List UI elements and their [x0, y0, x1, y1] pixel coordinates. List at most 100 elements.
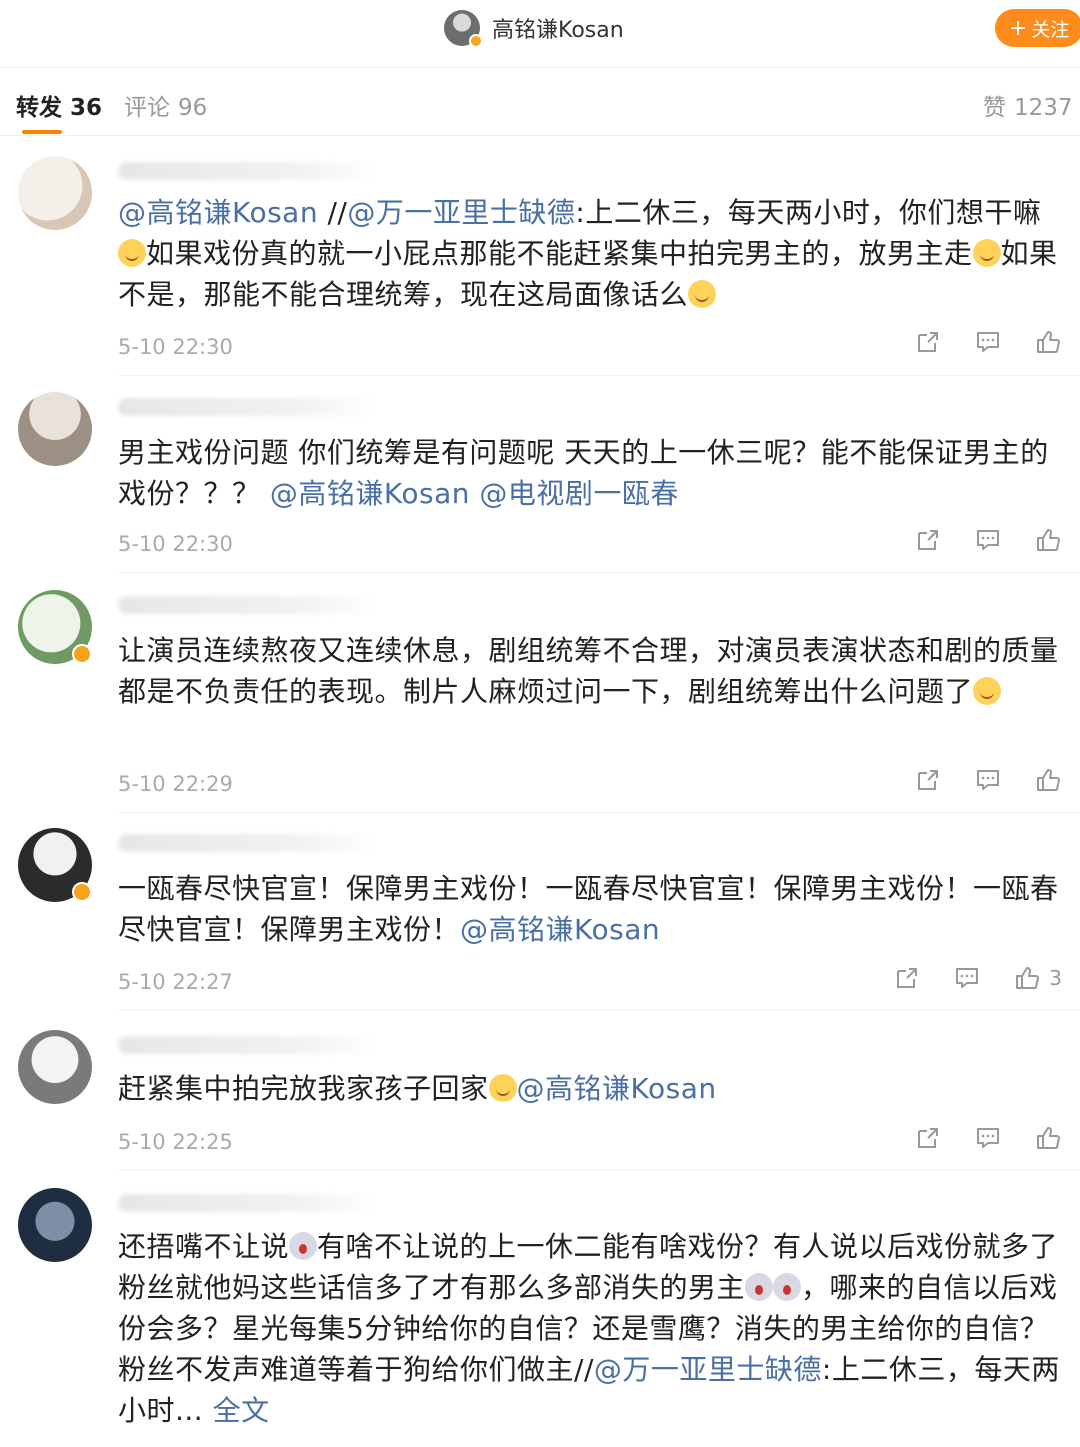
share-icon — [918, 1128, 938, 1148]
thumbs-up-icon — [1037, 529, 1060, 551]
comment-actions — [882, 526, 1062, 554]
comment-icon — [977, 332, 999, 352]
divider — [118, 1010, 1080, 1011]
reply-button[interactable] — [974, 766, 1002, 794]
comment-text-segment: 还捂嘴不让说 — [118, 1230, 290, 1263]
blurred-username — [118, 398, 378, 416]
share-icon — [918, 770, 938, 790]
tab-repost-label: 转发 — [16, 95, 62, 121]
comment-icon — [977, 530, 999, 550]
comment-text: 男主戏份问题 你们统筹是有问题呢 天天的上一休三呢？能不能保证男主的戏份？？？ … — [118, 432, 1063, 514]
comment-text-segment: :上二休三，每天两小时，你们想干嘛 — [575, 196, 1042, 229]
verified-badge-icon — [72, 882, 92, 902]
divider — [118, 572, 1080, 573]
comment-text-segment: 如果戏份真的就一小屁点那能不能赶紧集中拍完男主的，放男主走 — [146, 237, 973, 270]
comment-icon — [956, 968, 979, 988]
share-icon — [897, 968, 918, 988]
thumbs-up-icon — [1037, 331, 1060, 353]
share-button[interactable] — [893, 964, 921, 992]
follow-button[interactable]: + 关注 — [995, 9, 1080, 47]
divider — [118, 812, 1080, 813]
tab-repost[interactable]: 转发 36 — [16, 88, 102, 122]
author-name[interactable]: 高铭谦Kosan — [492, 12, 624, 44]
commenter-name-obscured[interactable] — [118, 158, 378, 184]
like-button[interactable] — [1034, 526, 1062, 554]
tab-comments-count: 96 — [178, 95, 208, 121]
mention-link[interactable]: @高铭谦Kosan — [517, 1072, 717, 1105]
comment-actions — [882, 1124, 1062, 1152]
commenter-name-obscured[interactable] — [118, 830, 378, 856]
smile-emoji-icon — [973, 677, 1002, 705]
share-button[interactable] — [914, 526, 942, 554]
shocked-emoji-icon — [745, 1273, 774, 1301]
read-more-link[interactable]: 全文 — [213, 1394, 270, 1427]
shocked-emoji-icon — [289, 1232, 318, 1260]
mention-link[interactable]: @高铭谦Kosan — [270, 477, 470, 510]
share-button[interactable] — [914, 766, 942, 794]
comment-timestamp: 5-10 22:25 — [118, 1130, 233, 1154]
commenter-avatar[interactable] — [18, 156, 92, 230]
author[interactable]: 高铭谦Kosan — [444, 8, 624, 48]
comment-timestamp: 5-10 22:27 — [118, 970, 233, 994]
shocked-emoji-icon — [773, 1273, 802, 1301]
comment-text: 还捂嘴不让说 有啥不让说的上一休二能有啥戏份？有人说以后戏份就多了 粉丝就他妈这些… — [118, 1226, 1063, 1431]
reply-button[interactable] — [974, 526, 1002, 554]
smile-emoji-icon — [688, 280, 717, 308]
follow-label: 关注 — [1031, 18, 1070, 41]
comment-actions — [882, 766, 1062, 794]
blurred-username — [118, 162, 378, 180]
like-button[interactable] — [1013, 964, 1041, 992]
tab-comments-label: 评论 — [124, 95, 170, 121]
commenter-avatar[interactable] — [18, 392, 92, 466]
comment-text-segment: 赶紧集中拍完放我家孩子回家 — [118, 1072, 489, 1105]
comment-actions — [882, 328, 1062, 356]
comment-text: 让演员连续熬夜又连续休息，剧组统筹不合理，对演员表演状态和剧的质量都是不负责任的… — [118, 630, 1063, 712]
author-avatar[interactable] — [444, 10, 483, 48]
blurred-username — [118, 596, 378, 614]
tab-bar: 转发 36 评论 96 赞 1237 — [0, 68, 1080, 136]
reply-button[interactable] — [953, 964, 981, 992]
comment-text-segment — [470, 477, 479, 510]
comment-timestamp: 5-10 22:30 — [118, 335, 233, 359]
mention-link[interactable]: @电视剧一瓯春 — [479, 477, 679, 510]
comment-text: 赶紧集中拍完放我家孩子回家 @高铭谦Kosan — [118, 1068, 1063, 1109]
comment-icon — [977, 770, 999, 790]
share-button[interactable] — [914, 1124, 942, 1152]
divider — [118, 375, 1080, 376]
commenter-name-obscured[interactable] — [118, 394, 378, 420]
commenter-name-obscured[interactable] — [118, 1190, 378, 1216]
active-tab-indicator — [22, 130, 62, 134]
reply-button[interactable] — [974, 328, 1002, 356]
tab-likes-count: 1237 — [1014, 95, 1073, 121]
divider — [118, 1170, 1080, 1171]
mention-link[interactable]: @高铭谦Kosan — [118, 196, 318, 229]
reply-button[interactable] — [974, 1124, 1002, 1152]
tab-likes[interactable]: 赞 1237 — [983, 88, 1073, 122]
comment-text-segment: 让演员连续熬夜又连续休息，剧组统筹不合理，对演员表演状态和剧的质量都是不负责任的… — [118, 634, 1059, 708]
share-icon — [918, 332, 938, 352]
commenter-avatar[interactable] — [18, 1188, 92, 1262]
comment-text: 一瓯春尽快官宣！保障男主戏份！一瓯春尽快官宣！保障男主戏份！一瓯春尽快官宣！保障… — [118, 868, 1063, 950]
like-button[interactable] — [1034, 1124, 1062, 1152]
share-button[interactable] — [914, 328, 942, 356]
like-button[interactable] — [1034, 328, 1062, 356]
verified-badge-icon — [469, 34, 483, 48]
like-button[interactable] — [1034, 766, 1062, 794]
thumbs-up-icon — [1037, 769, 1060, 791]
smile-emoji-icon — [972, 239, 1001, 267]
mention-link[interactable]: @万一亚里士缺德 — [347, 196, 575, 229]
blurred-username — [118, 834, 378, 852]
smile-emoji-icon — [118, 239, 146, 267]
commenter-name-obscured[interactable] — [118, 592, 378, 618]
comment-text-segment: // — [574, 1353, 594, 1386]
plus-icon: + — [1008, 15, 1028, 41]
share-icon — [918, 530, 938, 550]
mention-link[interactable]: @高铭谦Kosan — [460, 913, 660, 946]
commenter-name-obscured[interactable] — [118, 1032, 378, 1058]
comment-actions: 3 — [861, 964, 1062, 992]
thumbs-up-icon — [1016, 967, 1040, 989]
tab-comments[interactable]: 评论 96 — [124, 88, 207, 122]
mention-link[interactable]: @万一亚里士缺德 — [594, 1353, 822, 1386]
commenter-avatar[interactable] — [18, 1030, 92, 1104]
tab-likes-label: 赞 — [983, 95, 1006, 121]
